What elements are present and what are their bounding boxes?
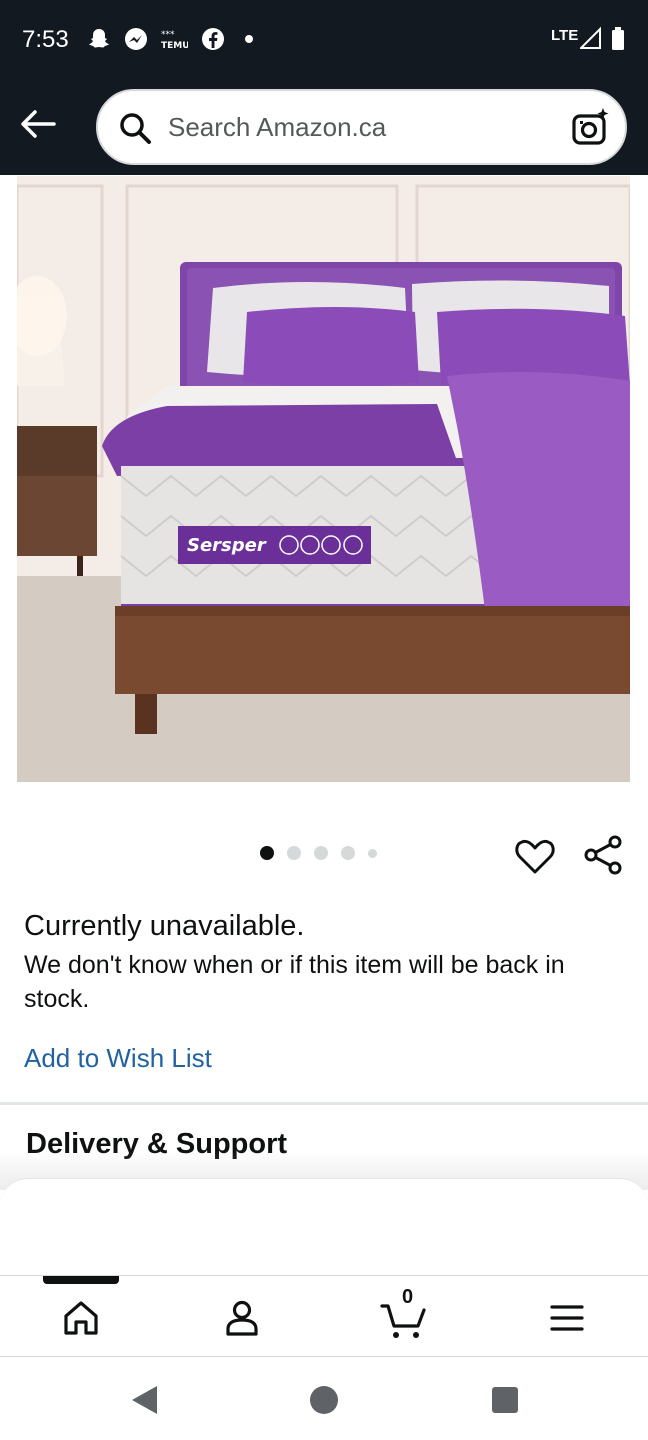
carousel-dot[interactable] bbox=[260, 846, 274, 860]
carousel-dot[interactable] bbox=[287, 846, 301, 860]
facebook-icon bbox=[200, 26, 226, 52]
app-header bbox=[0, 80, 648, 175]
home-circle-icon[interactable] bbox=[306, 1382, 342, 1418]
account-icon[interactable] bbox=[218, 1294, 266, 1342]
cart-count: 0 bbox=[402, 1286, 414, 1308]
heart-icon[interactable] bbox=[514, 836, 556, 878]
back-arrow-icon[interactable] bbox=[16, 102, 60, 146]
brand-label: Sersper bbox=[187, 535, 267, 556]
active-tab-indicator bbox=[43, 1276, 119, 1284]
search-input[interactable] bbox=[168, 105, 548, 149]
home-icon[interactable] bbox=[57, 1294, 105, 1342]
bottom-nav: 0 bbox=[0, 1275, 648, 1357]
share-icon[interactable] bbox=[582, 834, 624, 876]
temu-icon: *** TEMU bbox=[160, 26, 188, 52]
carousel-dot[interactable] bbox=[341, 846, 355, 860]
system-nav-bar bbox=[0, 1358, 648, 1440]
section-divider bbox=[0, 1102, 648, 1105]
carousel-indicator[interactable] bbox=[260, 846, 377, 860]
svg-text:TEMU: TEMU bbox=[161, 41, 188, 51]
recents-square-icon[interactable] bbox=[487, 1382, 523, 1418]
network-type: LTE bbox=[551, 27, 579, 44]
product-image[interactable]: Sersper bbox=[17, 176, 630, 782]
carousel-dot[interactable] bbox=[368, 848, 377, 858]
signal-icon bbox=[580, 26, 602, 50]
search-icon[interactable] bbox=[118, 111, 152, 145]
status-time: 7:53 bbox=[22, 26, 69, 53]
status-bar: 7:53 *** TEMU LTE bbox=[0, 0, 648, 80]
search-bar[interactable] bbox=[96, 89, 627, 165]
svg-text:***: *** bbox=[161, 30, 175, 40]
back-triangle-icon[interactable] bbox=[126, 1382, 162, 1418]
bottom-sheet bbox=[0, 1178, 648, 1276]
battery-icon bbox=[610, 26, 626, 52]
availability-title: Currently unavailable. bbox=[24, 910, 305, 942]
carousel-dot[interactable] bbox=[314, 846, 328, 860]
camera-search-icon[interactable] bbox=[570, 107, 610, 147]
snapchat-icon bbox=[86, 26, 112, 52]
messenger-icon bbox=[123, 26, 149, 52]
dot-icon bbox=[244, 34, 254, 44]
add-to-wish-list-link[interactable]: Add to Wish List bbox=[24, 1043, 212, 1074]
availability-message: We don't know when or if this item will … bbox=[24, 951, 565, 1013]
menu-icon[interactable] bbox=[543, 1294, 591, 1342]
purple-mattress-bed-icon: Sersper bbox=[17, 176, 630, 782]
